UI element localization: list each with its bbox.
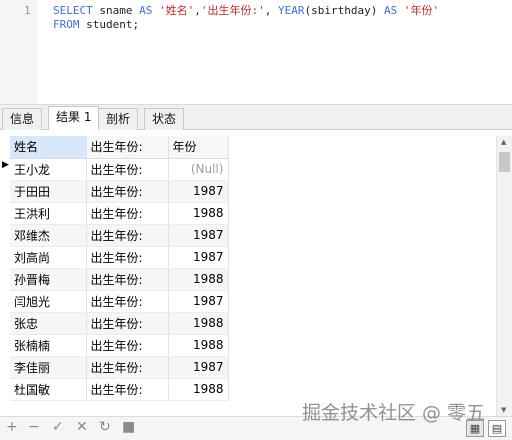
scroll-down-icon[interactable]: ▼	[501, 406, 506, 414]
table-row[interactable]: 闫旭光 出生年份: 1987	[10, 290, 229, 313]
table-row[interactable]: 于田田 出生年份: 1987	[10, 180, 229, 203]
cell-year[interactable]: 1988	[168, 312, 229, 335]
table-row[interactable]: 邓维杰 出生年份: 1987	[10, 224, 229, 247]
cell-year[interactable]: 1987	[168, 356, 229, 379]
cell-birth[interactable]: 出生年份:	[86, 268, 169, 291]
delete-record-icon[interactable]: −	[28, 419, 40, 435]
cell-year[interactable]: 1987	[168, 290, 229, 313]
cell-name[interactable]: 张忠	[10, 312, 87, 335]
cell-year[interactable]: (Null)	[168, 158, 229, 181]
string-literal: '出生年份:'	[200, 4, 265, 17]
cell-birth[interactable]: 出生年份:	[86, 334, 169, 357]
add-record-icon[interactable]: +	[6, 419, 18, 435]
cell-birth[interactable]: 出生年份:	[86, 356, 169, 379]
vertical-scrollbar[interactable]: ▲ ▼	[496, 136, 512, 416]
cell-birth[interactable]: 出生年份:	[86, 202, 169, 225]
table-body: 王小龙 出生年份: (Null) 于田田 出生年份: 1987 王洪利 出生年份: 1988 邓维…	[10, 158, 229, 401]
result-table: 姓名 出生年份: 年份 王小龙 出生年份: (Null) 于田田 出生年份: 1987 王洪…	[10, 136, 229, 401]
cell-birth[interactable]: 出生年份:	[86, 246, 169, 269]
cell-name[interactable]: 闫旭光	[10, 290, 87, 313]
stop-icon[interactable]: ■	[122, 419, 135, 435]
result-grid: 姓名 出生年份: 年份 王小龙 出生年份: (Null) 于田田 出生年份: 1987 王洪…	[0, 130, 512, 416]
column-header-name[interactable]: 姓名	[10, 136, 87, 159]
tab-status[interactable]: 状态	[144, 108, 185, 131]
keyword-as: AS	[139, 4, 153, 17]
sql-code[interactable]: SELECT sname AS '姓名','出生年份:', YEAR(sbirt…	[53, 4, 439, 32]
table-row[interactable]: 王洪利 出生年份: 1988	[10, 202, 229, 225]
function-year: YEAR	[277, 4, 305, 17]
cell-name[interactable]: 李佳丽	[10, 356, 87, 379]
table-row[interactable]: 张忠 出生年份: 1988	[10, 312, 229, 335]
cell-birth[interactable]: 出生年份:	[86, 224, 169, 247]
string-literal: '年份'	[403, 4, 440, 17]
cell-year[interactable]: 1988	[168, 268, 229, 291]
cell-birth[interactable]: 出生年份:	[86, 378, 169, 401]
cell-name[interactable]: 张楠楠	[10, 334, 87, 357]
cell-birth[interactable]: 出生年份:	[86, 158, 169, 181]
code-text: ,	[194, 4, 201, 17]
scroll-thumb[interactable]	[499, 152, 510, 172]
cell-name[interactable]: 邓维杰	[10, 224, 87, 247]
header-row: 姓名 出生年份: 年份	[10, 136, 229, 159]
column-header-birth[interactable]: 出生年份:	[86, 136, 169, 159]
cell-year[interactable]: 1988	[168, 202, 229, 225]
cell-year[interactable]: 1987	[168, 180, 229, 203]
cell-year[interactable]: 1987	[168, 246, 229, 269]
cell-name[interactable]: 王洪利	[10, 202, 87, 225]
code-text: (sbirthday)	[304, 4, 384, 17]
line-number-gutter: 1	[0, 0, 38, 104]
string-literal: '姓名'	[158, 4, 195, 17]
cell-year[interactable]: 1988	[168, 378, 229, 401]
discard-changes-icon[interactable]: ✕	[76, 419, 88, 435]
code-text: ,	[264, 4, 278, 17]
cell-birth[interactable]: 出生年份:	[86, 312, 169, 335]
table-row[interactable]: 刘高尚 出生年份: 1987	[10, 246, 229, 269]
result-tabs: 信息 结果 1 剖析 状态	[0, 104, 512, 131]
tab-result-1[interactable]: 结果 1	[48, 106, 100, 131]
cell-birth[interactable]: 出生年份:	[86, 290, 169, 313]
cell-birth[interactable]: 出生年份:	[86, 180, 169, 203]
code-text: sname	[92, 4, 140, 17]
refresh-icon[interactable]: ↻	[99, 419, 111, 435]
apply-changes-icon[interactable]: ✓	[52, 419, 64, 435]
table-row[interactable]: 张楠楠 出生年份: 1988	[10, 334, 229, 357]
tab-profile[interactable]: 剖析	[98, 108, 139, 131]
keyword-as: AS	[383, 4, 398, 17]
cell-name[interactable]: 刘高尚	[10, 246, 87, 269]
keyword-from: FROM	[53, 18, 80, 31]
cell-name[interactable]: 王小龙	[10, 158, 87, 181]
scroll-up-icon[interactable]: ▲	[501, 138, 506, 146]
cell-name[interactable]: 于田田	[10, 180, 87, 203]
cell-year[interactable]: 1987	[168, 224, 229, 247]
sql-editor[interactable]: 1 SELECT sname AS '姓名','出生年份:', YEAR(sbi…	[0, 0, 512, 104]
code-text: student;	[79, 18, 140, 31]
line-number: 1	[24, 4, 31, 17]
tab-info[interactable]: 信息	[2, 108, 43, 131]
watermark: 掘金技术社区 @ 零五	[302, 402, 486, 424]
cell-name[interactable]: 杜国敏	[10, 378, 87, 401]
table-row[interactable]: 孙晋梅 出生年份: 1988	[10, 268, 229, 291]
table-row[interactable]: 王小龙 出生年份: (Null)	[10, 158, 229, 181]
current-row-marker-icon: ▶	[2, 160, 9, 170]
table-row[interactable]: 李佳丽 出生年份: 1987	[10, 356, 229, 379]
column-header-year[interactable]: 年份	[168, 136, 229, 159]
table-row[interactable]: 杜国敏 出生年份: 1988	[10, 378, 229, 401]
form-view-button[interactable]: ▤	[488, 420, 506, 437]
cell-name[interactable]: 孙晋梅	[10, 268, 87, 291]
cell-year[interactable]: 1988	[168, 334, 229, 357]
keyword-select: SELECT	[53, 4, 93, 17]
